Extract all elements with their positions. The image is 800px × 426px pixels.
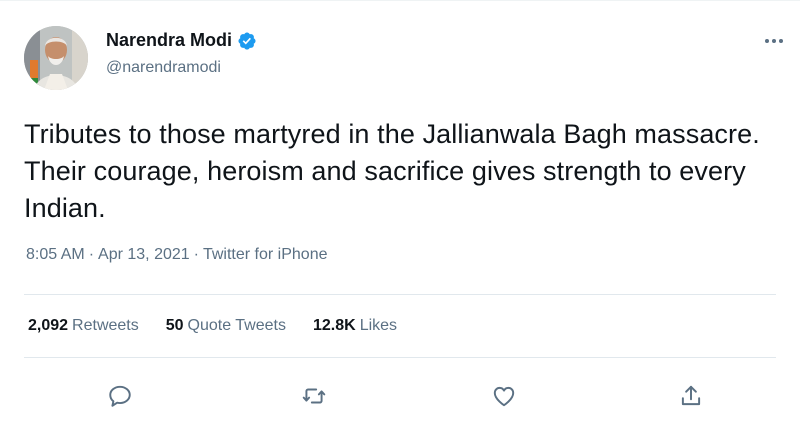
meta-separator: · — [88, 246, 95, 263]
tweet-date[interactable]: Apr 13, 2021 — [98, 246, 190, 263]
divider — [24, 294, 776, 295]
quote-tweets-stat[interactable]: 50 Quote Tweets — [166, 317, 286, 335]
likes-label: Likes — [359, 317, 398, 334]
quote-tweets-label: Quote Tweets — [187, 317, 286, 334]
likes-stat[interactable]: 12.8K Likes — [313, 317, 397, 335]
like-button[interactable] — [486, 378, 522, 414]
retweet-icon — [302, 388, 326, 404]
reply-icon — [109, 385, 131, 407]
tweet-time[interactable]: 8:05 AM — [26, 246, 85, 263]
likes-count: 12.8K — [312, 317, 356, 334]
tweet-meta: 8:05 AM · Apr 13, 2021 · Twitter for iPhone — [26, 246, 327, 264]
share-icon — [681, 385, 701, 406]
user-name-row[interactable]: Narendra Modi — [106, 30, 257, 51]
tweet-stats: 2,092 Retweets 50 Quote Tweets 12.8K Lik… — [28, 317, 424, 335]
tweet-card: Narendra Modi @narendramodi Tributes to … — [0, 0, 800, 426]
top-divider — [0, 0, 800, 1]
reply-button[interactable] — [102, 378, 138, 414]
verified-badge-icon — [238, 31, 256, 50]
divider — [24, 357, 776, 358]
quote-tweets-count: 50 — [165, 317, 184, 334]
tweet-source[interactable]: Twitter for iPhone — [203, 246, 328, 263]
user-handle[interactable]: @narendramodi — [106, 59, 221, 77]
avatar[interactable] — [24, 26, 88, 90]
retweet-button[interactable] — [296, 378, 332, 414]
tweet-text: Tributes to those martyred in the Jallia… — [24, 119, 760, 223]
retweets-stat[interactable]: 2,092 Retweets — [28, 317, 139, 335]
like-icon — [493, 386, 515, 407]
more-icon[interactable] — [760, 32, 788, 50]
retweets-label: Retweets — [72, 317, 139, 334]
user-name[interactable]: Narendra Modi — [106, 30, 232, 51]
share-button[interactable] — [673, 378, 709, 414]
meta-separator: · — [193, 246, 199, 263]
tweet-actions — [0, 368, 800, 424]
retweets-count: 2,092 — [28, 317, 69, 334]
